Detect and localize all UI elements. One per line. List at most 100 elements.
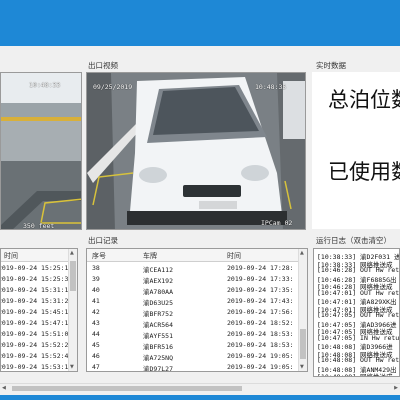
exit-scroll-thumb[interactable]	[300, 329, 306, 359]
entry-osd-time: 10:48:33	[29, 81, 61, 89]
run-log-panel[interactable]: [10:38:33] 渝D2F031 进 [10:38:33] 网络推送成 [10:…	[313, 248, 400, 377]
plate-cell: 渝CEA112	[143, 266, 173, 274]
seq-cell: 43	[92, 319, 100, 327]
title-bar	[0, 0, 400, 46]
entry-time-cell: 2019-09-24 15:52:4	[0, 352, 69, 360]
table-row[interactable]: 2019-09-24 15:53:1	[0, 362, 77, 371]
entry-table-scrollbar[interactable]: ▲ ▼	[68, 249, 77, 371]
exit-video-feed[interactable]: 09/25/2019 10:48:35 IPCam 02	[86, 72, 306, 230]
table-row[interactable]: 2019-09-24 15:52:4	[1, 351, 77, 362]
exit-records-table[interactable]: 序号 车牌 时间 38 渝CEA112 2019-09-24 17:28: 39 渝AE…	[86, 248, 308, 372]
entry-video-scene	[1, 73, 81, 229]
entry-time-cell: 2019-09-24 15:25:1	[0, 264, 69, 272]
plate-cell: 渝AYF551	[143, 332, 173, 340]
entry-time-cell: 2019-09-24 15:45:1	[0, 308, 69, 316]
scroll-down-arrow-icon[interactable]: ▼	[70, 363, 74, 371]
table-row[interactable]: 44 渝AYF551 2019-09-24 18:53:	[87, 329, 307, 340]
exit-table-header: 序号 车牌 时间	[87, 249, 307, 262]
entry-time-cell: 2019-09-24 15:47:1	[0, 319, 69, 327]
time-cell: 2019-09-24 18:53:	[227, 330, 294, 338]
seq-cell: 39	[92, 275, 100, 283]
table-row[interactable]: 40 渝A780AA 2019-09-24 17:35:	[87, 285, 307, 296]
time-cell: 2019-09-24 17:28:	[227, 264, 294, 272]
time-cell: 2019-09-24 17:43:	[227, 297, 294, 305]
table-row[interactable]: 41 渝D63U25 2019-09-24 17:43:	[87, 296, 307, 307]
entry-records-table[interactable]: 时间 2019-09-24 15:25:1 2019-09-24 15:25:3 2…	[0, 248, 78, 372]
seq-cell: 41	[92, 297, 100, 305]
used-spaces-label: 已使用数	[328, 160, 400, 184]
time-cell: 2019-09-24 17:33:	[227, 275, 294, 283]
log-label: 运行日志（双击清空）	[316, 236, 391, 245]
table-row[interactable]: 45 渝BFR516 2019-09-24 18:53:	[87, 340, 307, 351]
exit-osd-time: 10:48:35	[255, 83, 287, 91]
table-row[interactable]: 2019-09-24 15:25:3	[1, 274, 77, 285]
table-row[interactable]: 2019-09-24 15:47:1	[1, 318, 77, 329]
exit-header-plate: 车牌	[143, 252, 157, 260]
exit-header-seq: 序号	[92, 252, 106, 260]
time-cell: 2019-09-24 18:52:	[227, 319, 294, 327]
time-cell: 2019-09-24 19:05:	[227, 352, 294, 360]
entry-scroll-thumb[interactable]	[70, 261, 76, 291]
scroll-down-arrow-icon[interactable]: ▼	[300, 363, 304, 371]
main-horizontal-scrollbar[interactable]: ◀ ▶	[0, 383, 400, 393]
main-scroll-thumb[interactable]	[12, 386, 242, 391]
taskbar-strip	[0, 395, 400, 400]
time-cell: 2019-09-24 18:53:	[227, 341, 294, 349]
table-row[interactable]: 42 渝BFR752 2019-09-24 17:56:	[87, 307, 307, 318]
seq-cell: 42	[92, 308, 100, 316]
exit-osd-date: 09/25/2019	[93, 83, 133, 91]
plate-cell: 渝A725NQ	[143, 354, 173, 362]
scroll-up-arrow-icon[interactable]: ▲	[300, 249, 304, 257]
table-row[interactable]: 39 渝AEX192 2019-09-24 17:33:	[87, 274, 307, 285]
plate-cell: 渝AEX192	[143, 277, 173, 285]
plate-cell: 渝D63U25	[143, 299, 173, 307]
scroll-right-arrow-icon[interactable]: ▶	[394, 384, 398, 392]
seq-cell: 45	[92, 341, 100, 349]
exit-video-label: 出口视频	[88, 61, 118, 70]
realtime-data-panel: 总泊位数 已使用数	[312, 72, 400, 229]
entry-time-cell: 2019-09-24 15:51:0	[0, 330, 69, 338]
seq-cell: 47	[92, 363, 100, 371]
entry-time-cell: 2019-09-24 15:31:2	[0, 297, 69, 305]
plate-cell: 渝BFR516	[143, 343, 173, 351]
seq-cell: 38	[92, 264, 100, 272]
exit-video-scene	[87, 73, 305, 229]
exit-header-time: 时间	[227, 252, 241, 260]
plate-cell: 渝D97L27	[143, 365, 173, 372]
plate-cell: 渝ACR564	[143, 321, 173, 329]
table-row[interactable]: 38 渝CEA112 2019-09-24 17:28:	[87, 263, 307, 274]
entry-table-header: 时间	[1, 249, 77, 262]
plate-cell: 渝A780AA	[143, 288, 173, 296]
scroll-left-arrow-icon[interactable]: ◀	[2, 384, 6, 392]
entry-time-cell: 2019-09-24 15:53:1	[0, 363, 69, 371]
time-cell: 2019-09-24 17:35:	[227, 286, 294, 294]
exit-records-label: 出口记录	[88, 236, 118, 245]
entry-time-cell: 2019-09-24 15:31:1	[0, 286, 69, 294]
table-row[interactable]: 2019-09-24 15:25:1	[1, 263, 77, 274]
plate-cell: 渝BFR752	[143, 310, 173, 318]
entry-time-cell: 2019-09-24 15:52:2	[0, 341, 69, 349]
entry-time-cell: 2019-09-24 15:25:3	[0, 275, 69, 283]
entry-header-time: 时间	[4, 252, 18, 260]
log-line: [10:48:08] 网络推送成	[317, 373, 393, 377]
table-row[interactable]: 2019-09-24 15:31:1	[1, 285, 77, 296]
entry-video-feed[interactable]: 10:48:33 350 feet	[0, 72, 82, 230]
table-row[interactable]: 2019-09-24 15:51:0	[1, 329, 77, 340]
total-spaces-label: 总泊位数	[328, 88, 400, 112]
exit-table-scrollbar[interactable]: ▲ ▼	[298, 249, 307, 371]
entry-osd-caption: 350 feet	[23, 222, 55, 230]
realtime-data-label: 实时数据	[316, 61, 346, 70]
seq-cell: 46	[92, 352, 100, 360]
exit-osd-camera: IPCam 02	[261, 219, 293, 227]
table-row[interactable]: 2019-09-24 15:45:1	[1, 307, 77, 318]
table-row[interactable]: 47 渝D97L27 2019-09-24 19:05:	[87, 362, 307, 372]
table-row[interactable]: 43 渝ACR564 2019-09-24 18:52:	[87, 318, 307, 329]
scroll-up-arrow-icon[interactable]: ▲	[70, 249, 74, 257]
seq-cell: 44	[92, 330, 100, 338]
table-row[interactable]: 2019-09-24 15:52:2	[1, 340, 77, 351]
time-cell: 2019-09-24 19:05:	[227, 363, 294, 371]
seq-cell: 40	[92, 286, 100, 294]
table-row[interactable]: 2019-09-24 15:31:2	[1, 296, 77, 307]
time-cell: 2019-09-24 17:56:	[227, 308, 294, 316]
table-row[interactable]: 46 渝A725NQ 2019-09-24 19:05:	[87, 351, 307, 362]
